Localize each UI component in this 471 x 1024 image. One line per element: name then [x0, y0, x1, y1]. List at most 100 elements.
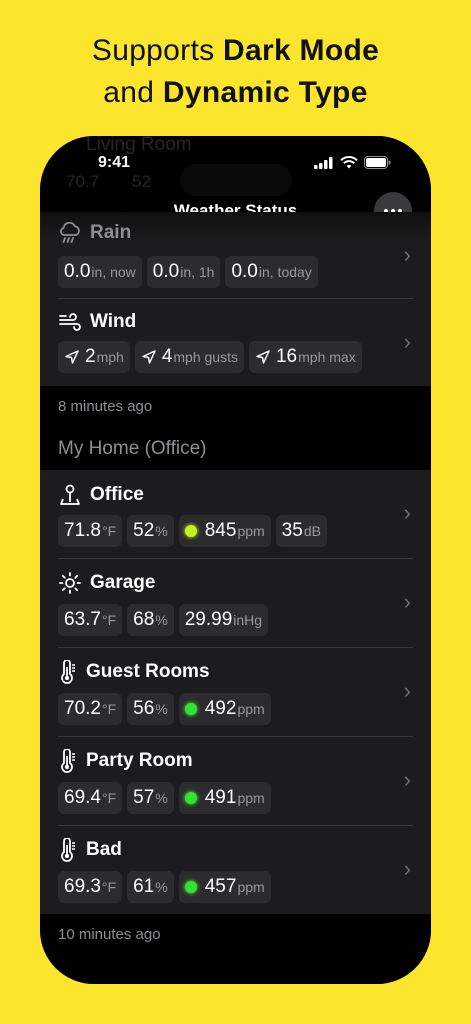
noise-value: 35	[281, 520, 303, 541]
room-row-party-room[interactable]: Party Room 69.4 °F 57% 491 ppm ›	[40, 737, 431, 826]
headline-line-2: and Dynamic Type	[0, 72, 471, 114]
headline-text: and	[103, 76, 163, 109]
rain-now-unit: in, now	[91, 264, 136, 280]
room-name: Party Room	[86, 750, 193, 771]
direction-arrow-icon	[65, 350, 79, 364]
temperature-value: 71.8	[64, 520, 101, 541]
humidity-unit: %	[155, 523, 168, 539]
last-updated-home: 10 minutes ago	[58, 926, 161, 943]
noise-chip: 35 dB	[275, 515, 327, 547]
temperature-value: 70.2	[64, 698, 101, 719]
chevron-right-icon: ›	[403, 242, 411, 267]
co2-value: 845	[204, 520, 237, 541]
rain-row[interactable]: Rain 0.0 in, now 0.0 in, 1h 0.0 in, today ›	[40, 212, 431, 299]
rain-today-unit: in, today	[258, 264, 312, 280]
humidity-value: 57	[133, 787, 155, 808]
co2-chip: 845 ppm	[178, 515, 271, 547]
room-title: Bad	[58, 838, 122, 862]
wind-max-value: 16	[275, 346, 298, 367]
co2-value: 457	[204, 876, 237, 897]
room-row-garage[interactable]: Garage 63.7 °F 68% 29.99 inHg ›	[40, 559, 431, 648]
rain-1h-value: 0.0	[152, 261, 180, 282]
temperature-chip: 71.8 °F	[58, 515, 123, 547]
wind-speed-chip: 2 mph	[58, 341, 130, 373]
room-title: Guest Rooms	[58, 660, 210, 684]
wind-row[interactable]: Wind 2 mph 4 mph gusts 16 mph max ›	[40, 299, 431, 386]
humidity-unit: %	[155, 879, 168, 895]
room-row-guest-rooms[interactable]: Guest Rooms 70.2 °F 56% 492 ppm ›	[40, 648, 431, 737]
temperature-chip: 69.3 °F	[58, 871, 123, 903]
co2-value: 492	[204, 698, 237, 719]
wind-max-unit: mph max	[298, 349, 356, 365]
chevron-right-icon: ›	[403, 678, 411, 703]
room-chips: 70.2 °F 56% 492 ppm	[58, 693, 271, 725]
noise-unit: dB	[303, 523, 321, 539]
room-chips: 63.7 °F 68% 29.99 inHg	[58, 604, 269, 636]
room-row-office[interactable]: Office 71.8 °F 52% 845 ppm 35 dB ›	[40, 470, 431, 559]
pressure-unit: inHg	[233, 612, 263, 628]
wifi-icon	[340, 156, 358, 169]
room-title: Garage	[58, 571, 155, 595]
rain-today-chip: 0.0 in, today	[225, 256, 318, 288]
outdoor-card: Rain 0.0 in, now 0.0 in, 1h 0.0 in, today ›…	[40, 212, 431, 386]
temperature-unit: °F	[101, 523, 117, 539]
temperature-unit: °F	[101, 790, 117, 806]
humidity-chip: 68%	[127, 604, 174, 636]
temperature-chip: 63.7 °F	[58, 604, 123, 636]
wind-gusts-unit: mph gusts	[173, 349, 238, 365]
temperature-unit: °F	[101, 612, 117, 628]
co2-unit: ppm	[237, 790, 265, 806]
co2-status-dot	[184, 703, 197, 715]
sun-icon	[59, 572, 81, 594]
chevron-right-icon: ›	[403, 500, 411, 525]
wind-speed-value: 2	[85, 346, 96, 367]
rain-now-chip: 0.0 in, now	[58, 256, 142, 288]
co2-unit: ppm	[237, 701, 265, 717]
headline-text: Supports	[91, 34, 224, 67]
headline-bold: Dynamic Type	[162, 76, 368, 109]
status-icons	[314, 156, 391, 169]
signal-icon	[314, 156, 333, 169]
co2-chip: 491 ppm	[178, 782, 271, 814]
chevron-right-icon: ›	[403, 589, 411, 614]
phone-frame: Living Room 70.7 52 459 9:41 Weather Sta…	[40, 136, 431, 984]
co2-chip: 457 ppm	[178, 871, 271, 903]
direction-arrow-icon	[256, 350, 270, 364]
rain-title: Rain	[58, 222, 131, 244]
headline-line-1: Supports Dark Mode	[0, 30, 471, 72]
dynamic-island	[180, 164, 292, 196]
room-chips: 71.8 °F 52% 845 ppm 35 dB	[58, 515, 327, 547]
battery-icon	[364, 156, 391, 169]
humidity-chip: 61%	[127, 871, 174, 903]
co2-unit: ppm	[237, 879, 265, 895]
antenna-icon	[60, 484, 80, 505]
rain-today-value: 0.0	[231, 261, 258, 282]
chevron-right-icon: ›	[403, 329, 411, 354]
rooms-card: Office 71.8 °F 52% 845 ppm 35 dB › Garage 6…	[40, 470, 431, 914]
thermometer-icon	[61, 660, 75, 684]
cloud-rain-icon	[60, 222, 80, 243]
thermometer-icon	[61, 749, 75, 773]
temperature-chip: 70.2 °F	[58, 693, 123, 725]
rain-now-value: 0.0	[64, 261, 91, 282]
room-name: Office	[90, 484, 144, 505]
co2-status-dot	[184, 525, 197, 537]
room-row-bad[interactable]: Bad 69.3 °F 61% 457 ppm ›	[40, 826, 431, 914]
wind-speed-unit: mph	[96, 349, 124, 365]
co2-unit: ppm	[237, 523, 265, 539]
direction-arrow-icon	[142, 350, 156, 364]
humidity-value: 56	[133, 698, 155, 719]
status-time: 9:41	[98, 154, 131, 171]
humidity-unit: %	[155, 701, 168, 717]
room-chips: 69.4 °F 57% 491 ppm	[58, 782, 271, 814]
wind-label: Wind	[90, 311, 137, 332]
app-screen: Living Room 70.7 52 459 9:41 Weather Sta…	[40, 136, 431, 984]
temperature-value: 69.3	[64, 876, 101, 897]
co2-value: 491	[204, 787, 237, 808]
temperature-unit: °F	[101, 879, 117, 895]
thermometer-icon	[61, 838, 75, 862]
pressure-value: 29.99	[184, 609, 233, 630]
pressure-chip: 29.99 inHg	[178, 604, 269, 636]
headline-bold: Dark Mode	[223, 34, 380, 67]
room-name: Bad	[86, 839, 122, 860]
